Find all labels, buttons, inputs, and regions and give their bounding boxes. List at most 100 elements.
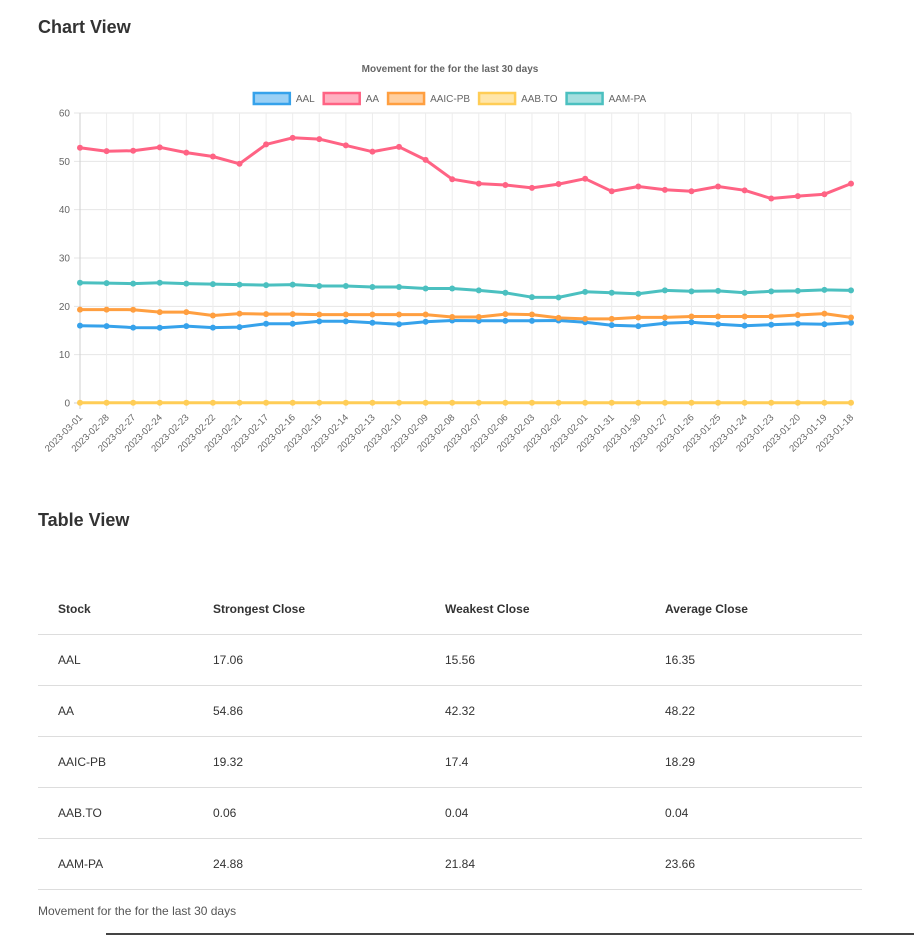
series-aa bbox=[77, 134, 854, 202]
data-point-aab-to bbox=[183, 399, 190, 406]
legend-label: AAM-PA bbox=[609, 94, 647, 105]
table-row: AAM-PA 24.88 21.84 23.66 bbox=[38, 838, 862, 890]
table-section-title: Table View bbox=[38, 510, 130, 530]
data-point-aal bbox=[316, 318, 323, 325]
data-point-aam-pa bbox=[77, 279, 83, 286]
y-tick-label: 20 bbox=[59, 302, 71, 313]
cell-strongest-close: 24.88 bbox=[193, 838, 425, 890]
data-point-aaic-pb bbox=[103, 306, 110, 313]
cell-strongest-close: 17.06 bbox=[193, 634, 425, 686]
legend-label: AAIC-PB bbox=[430, 94, 470, 105]
cell-weakest-close: 0.04 bbox=[425, 787, 645, 839]
data-point-aab-to bbox=[582, 399, 589, 406]
legend-swatch bbox=[386, 91, 426, 106]
data-point-aaic-pb bbox=[396, 311, 403, 318]
data-point-aab-to bbox=[209, 399, 216, 406]
data-point-aam-pa bbox=[715, 287, 722, 294]
legend-swatch bbox=[322, 91, 361, 106]
legend-label: AAL bbox=[296, 94, 315, 105]
column-header-weakest-close: Weakest Close bbox=[425, 584, 645, 635]
data-point-aa bbox=[183, 149, 190, 156]
data-point-aal bbox=[369, 319, 376, 326]
data-point-aam-pa bbox=[396, 284, 403, 290]
data-point-aaic-pb bbox=[289, 311, 296, 318]
column-header-stock: Stock bbox=[38, 584, 193, 635]
series-aab-to bbox=[77, 399, 854, 406]
data-point-aaic-pb bbox=[794, 312, 801, 319]
chart-grid bbox=[74, 112, 852, 409]
cell-average-close: 18.29 bbox=[645, 736, 862, 788]
cell-average-close: 48.22 bbox=[645, 685, 862, 737]
data-point-aam-pa bbox=[688, 288, 695, 295]
data-point-aab-to bbox=[289, 399, 296, 406]
cell-strongest-close: 0.06 bbox=[193, 787, 425, 839]
data-point-aal bbox=[289, 320, 296, 327]
legend-item-aal[interactable]: AAL bbox=[252, 91, 315, 106]
data-point-aam-pa bbox=[768, 288, 775, 295]
data-point-aaic-pb bbox=[316, 311, 323, 318]
data-point-aa bbox=[475, 180, 482, 187]
data-point-aam-pa bbox=[582, 288, 589, 295]
chart-title: Movement for the for the last 30 days bbox=[362, 64, 539, 75]
legend-item-aaic-pb[interactable]: AAIC-PB bbox=[386, 91, 470, 106]
data-point-aal bbox=[528, 317, 535, 324]
data-point-aab-to bbox=[528, 399, 535, 406]
data-point-aab-to bbox=[236, 399, 243, 406]
data-point-aaic-pb bbox=[635, 314, 642, 321]
x-axis: 2023-03-012023-02-282023-02-272023-02-24… bbox=[43, 412, 856, 454]
data-point-aam-pa bbox=[449, 285, 456, 292]
data-point-aab-to bbox=[848, 399, 854, 406]
data-point-aa bbox=[528, 184, 535, 191]
legend-item-aa[interactable]: AA bbox=[322, 91, 380, 106]
data-point-aa bbox=[263, 141, 270, 148]
data-point-aab-to bbox=[156, 399, 163, 406]
column-header-strongest-close: Strongest Close bbox=[193, 584, 425, 635]
cell-stock: AAM-PA bbox=[38, 838, 193, 890]
cell-weakest-close: 42.32 bbox=[425, 685, 645, 737]
table-header-row: Stock Strongest Close Weakest Close Aver… bbox=[38, 584, 862, 635]
data-point-aaic-pb bbox=[130, 306, 137, 313]
data-point-aa bbox=[449, 176, 456, 183]
data-point-aa bbox=[289, 134, 296, 141]
data-point-aaic-pb bbox=[848, 314, 854, 321]
data-point-aal bbox=[715, 321, 722, 328]
data-point-aa bbox=[768, 195, 775, 202]
data-point-aal bbox=[688, 319, 695, 326]
data-point-aal bbox=[263, 320, 270, 327]
y-axis: 0 10 20 30 40 50 60 bbox=[59, 109, 71, 410]
data-point-aa bbox=[821, 191, 828, 198]
data-point-aaic-pb bbox=[369, 311, 376, 318]
data-point-aab-to bbox=[635, 399, 642, 406]
legend-item-aab-to[interactable]: AAB.TO bbox=[477, 91, 558, 106]
data-point-aaic-pb bbox=[768, 313, 775, 320]
data-point-aab-to bbox=[263, 399, 270, 406]
data-point-aaic-pb bbox=[502, 311, 509, 318]
data-point-aab-to bbox=[449, 399, 456, 406]
data-point-aal bbox=[342, 318, 349, 325]
cell-strongest-close: 54.86 bbox=[193, 685, 425, 737]
data-point-aaic-pb bbox=[475, 313, 482, 320]
data-point-aa bbox=[848, 180, 854, 187]
data-point-aa bbox=[316, 136, 323, 143]
table-row: AA 54.86 42.32 48.22 bbox=[38, 685, 862, 737]
chart-legend[interactable]: AAL AA AAIC-PB AAB.TO AAM-PA bbox=[252, 91, 647, 106]
data-point-aa bbox=[608, 188, 615, 195]
horizontal-scrollbar[interactable] bbox=[106, 933, 914, 935]
data-point-aa bbox=[661, 186, 668, 193]
y-tick-label: 60 bbox=[59, 109, 71, 120]
legend-swatch bbox=[252, 91, 292, 106]
data-point-aab-to bbox=[661, 399, 668, 406]
data-point-aa bbox=[77, 144, 83, 151]
data-point-aam-pa bbox=[661, 287, 668, 294]
data-point-aal bbox=[156, 324, 163, 331]
data-point-aab-to bbox=[475, 399, 482, 406]
data-point-aal bbox=[209, 324, 216, 331]
data-point-aal bbox=[502, 317, 509, 324]
legend-item-aam-pa[interactable]: AAM-PA bbox=[565, 91, 647, 106]
data-point-aab-to bbox=[316, 399, 323, 406]
data-point-aal bbox=[635, 323, 642, 330]
data-point-aab-to bbox=[768, 399, 775, 406]
data-point-aab-to bbox=[555, 399, 562, 406]
data-point-aal bbox=[848, 319, 854, 326]
cell-stock: AAIC-PB bbox=[38, 736, 193, 788]
